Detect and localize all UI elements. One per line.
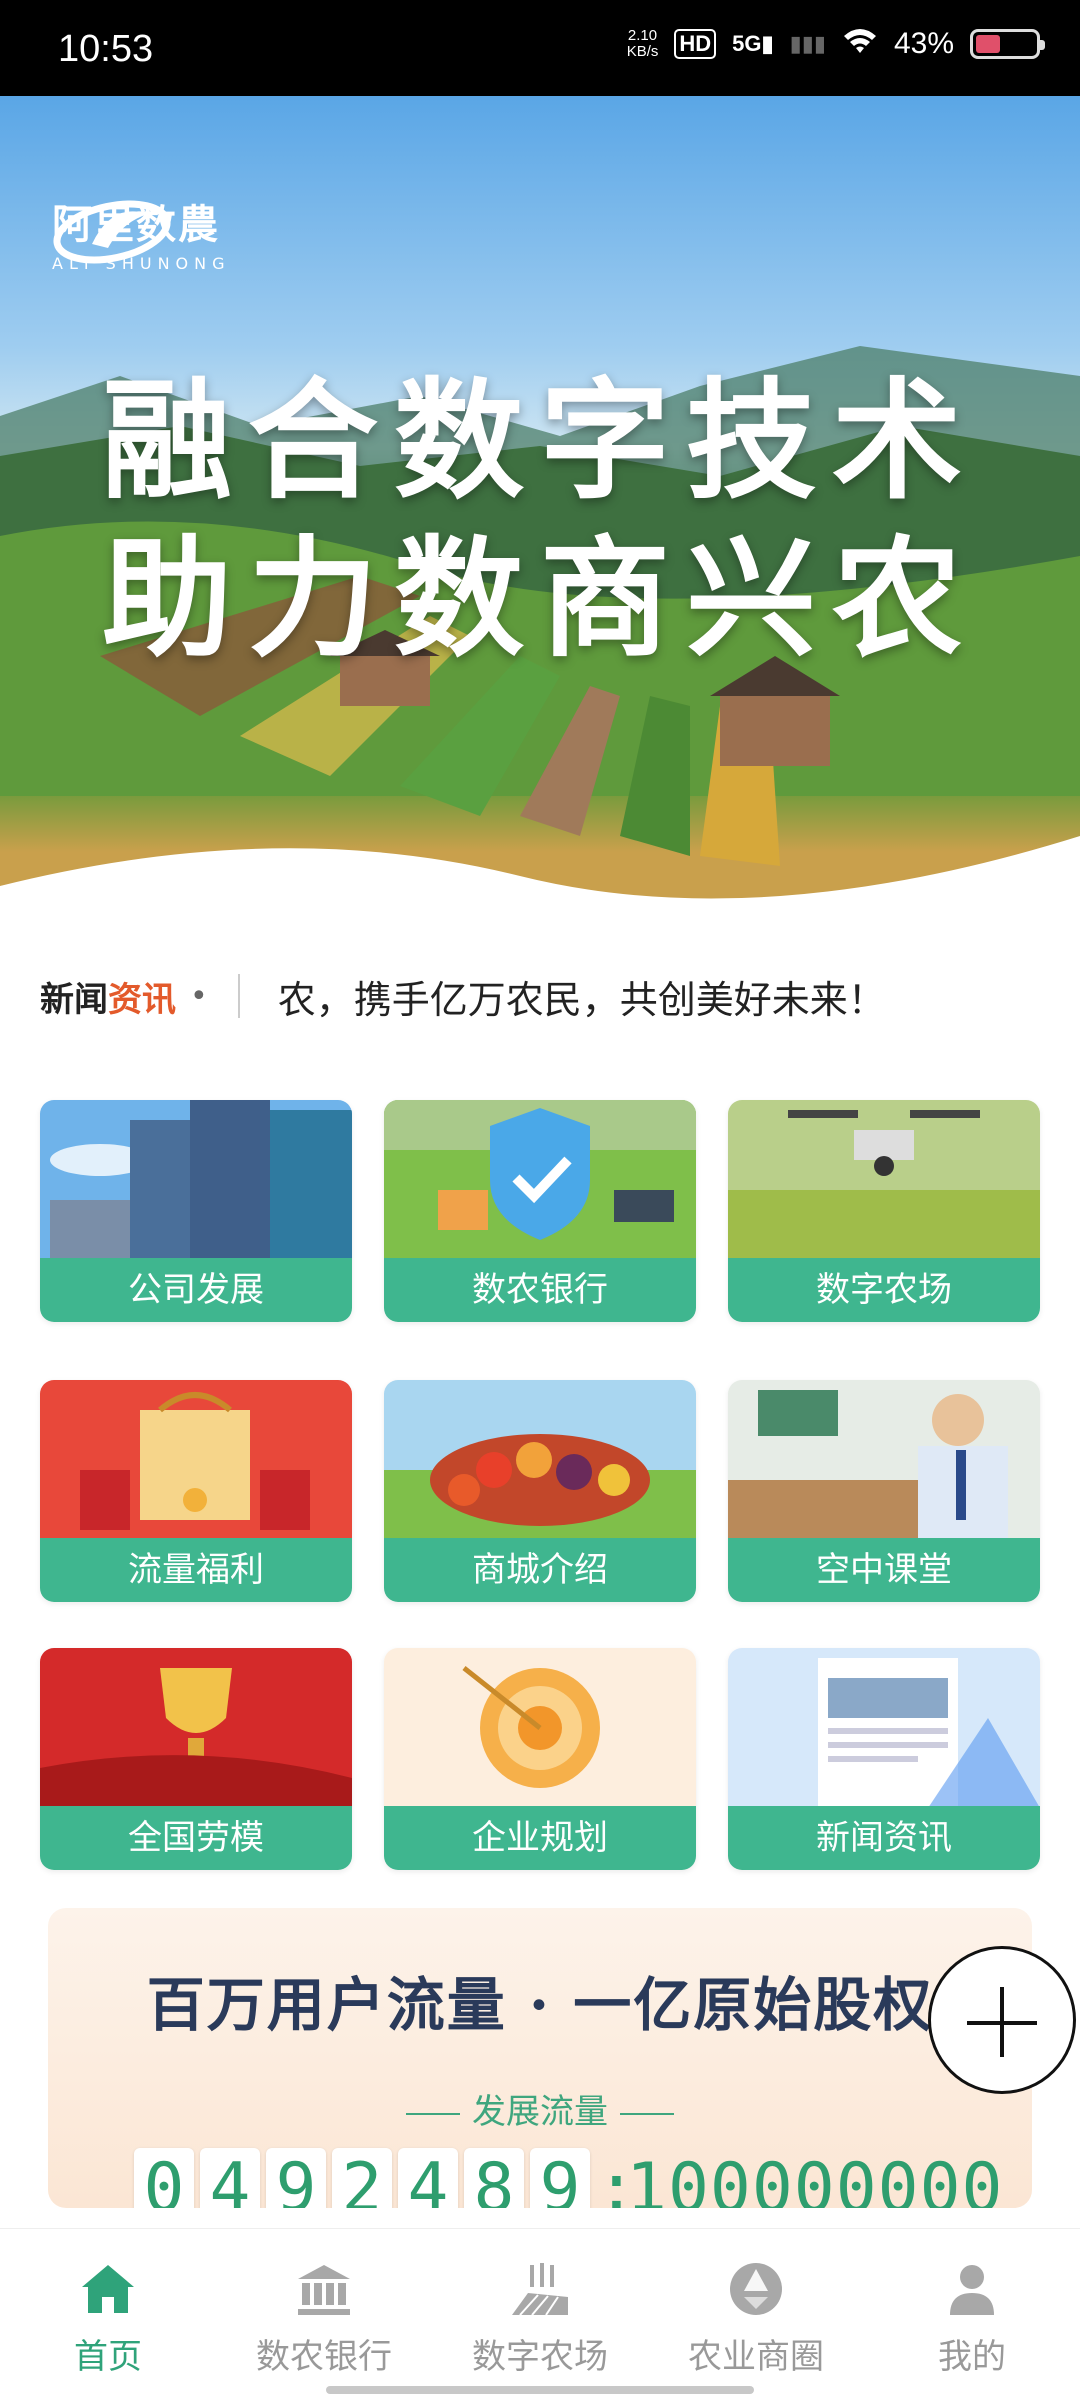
counter-digit: 9 [530, 2148, 590, 2208]
tile-mall-intro[interactable]: 商城介绍 [384, 1380, 696, 1602]
tile-label: 空中课堂 [728, 1538, 1040, 1602]
tile-label: 企业规划 [384, 1806, 696, 1870]
status-bar: 10:53 2.10 KB/s HD 5G▮ ▮▮▮ 43% [0, 0, 1080, 96]
news-tag: 新闻资讯 [40, 979, 176, 1020]
tile-national-model-workers[interactable]: 全国劳模 [40, 1648, 352, 1870]
tile-enterprise-planning[interactable]: 企业规划 [384, 1648, 696, 1870]
nav-item-business-circle[interactable]: 农业商圈 [648, 2229, 864, 2401]
tile-digital-farm[interactable]: 数字农场 [728, 1100, 1040, 1322]
newspaper-icon [728, 1648, 1040, 1808]
divider [406, 2112, 460, 2115]
wifi-icon [842, 26, 878, 62]
tile-label: 数字农场 [728, 1258, 1040, 1322]
bank-icon [298, 2265, 350, 2315]
news-ticker[interactable]: 新闻资讯 • 农，携手亿万农民，共创美好未来！ [40, 960, 1040, 1032]
add-button[interactable] [928, 1946, 1076, 2094]
tile-digital-bank[interactable]: 数农银行 [384, 1100, 696, 1322]
battery-icon [970, 29, 1045, 59]
counter-digit: 4 [200, 2148, 260, 2208]
tile-traffic-benefits[interactable]: 流量福利 [40, 1380, 352, 1602]
produce-basket-icon [384, 1380, 696, 1540]
tile-air-classroom[interactable]: 空中课堂 [728, 1380, 1040, 1602]
trophy-icon [40, 1648, 352, 1808]
bottom-navigation: 首页 数农银行 数字农场 农业商圈 我的 [0, 2228, 1080, 2401]
news-divider [237, 974, 240, 1018]
counter-colon: : [596, 2149, 637, 2208]
tile-label: 新闻资讯 [728, 1806, 1040, 1870]
building-icon [40, 1100, 352, 1260]
tile-label: 流量福利 [40, 1538, 352, 1602]
banner-title: 百万用户流量 · 一亿原始股权 [146, 1971, 934, 2039]
aperture-icon [730, 2263, 782, 2315]
tile-label: 数农银行 [384, 1258, 696, 1322]
counter-digit: 9 [266, 2148, 326, 2208]
shield-bank-icon [384, 1100, 696, 1260]
classroom-icon [728, 1380, 1040, 1540]
farm-field-icon [512, 2263, 568, 2316]
leaf-logo-icon [53, 200, 171, 264]
nav-item-home[interactable]: 首页 [0, 2229, 216, 2401]
drone-farm-icon [728, 1100, 1040, 1260]
nav-item-bank[interactable]: 数农银行 [216, 2229, 432, 2401]
brand-logo: 阿里数農 ALI SHUNONG [52, 192, 231, 273]
banner-subtitle: 发展流量 [48, 2084, 1032, 2133]
tile-label: 全国劳模 [40, 1806, 352, 1870]
tile-company-development[interactable]: 公司发展 [40, 1100, 352, 1322]
hd-icon: HD [674, 29, 717, 59]
nav-item-profile[interactable]: 我的 [864, 2229, 1080, 2401]
signal-5g-icon: 5G▮ [732, 31, 774, 56]
status-icons: 2.10 KB/s HD 5G▮ ▮▮▮ 43% [626, 26, 1045, 62]
target-icon [384, 1648, 696, 1808]
user-counter: 0 4 9 2 4 8 9 : 100000000 [134, 2148, 1003, 2208]
tile-news[interactable]: 新闻资讯 [728, 1648, 1040, 1870]
home-indicator[interactable] [326, 2386, 754, 2394]
news-ticker-text[interactable]: 农，携手亿万农民，共创美好未来！ [278, 969, 978, 1024]
promo-banner[interactable]: 百万用户流量 · 一亿原始股权 发展流量 0 4 9 2 4 8 9 : 100… [48, 1908, 1032, 2208]
counter-total: 100000000 [626, 2149, 1004, 2208]
gift-bag-icon [40, 1380, 352, 1540]
news-dot: • [190, 978, 208, 1014]
battery-percent: 43% [893, 27, 954, 60]
person-icon [950, 2265, 994, 2315]
home-icon [82, 2265, 134, 2313]
hero-banner[interactable]: 阿里数農 ALI SHUNONG 融合数字技术 助力数商兴农 [0, 96, 1080, 936]
counter-digit: 0 [134, 2148, 194, 2208]
tile-label: 商城介绍 [384, 1538, 696, 1602]
network-speed: 2.10 KB/s [626, 27, 659, 60]
status-time: 10:53 [58, 28, 154, 70]
counter-digit: 4 [398, 2148, 458, 2208]
nav-label: 我的 [938, 2337, 1006, 2377]
signal-weak-icon: ▮▮▮ [789, 31, 826, 56]
nav-label: 数字农场 [472, 2337, 608, 2377]
nav-label: 数农银行 [256, 2337, 392, 2377]
tile-label: 公司发展 [40, 1258, 352, 1322]
counter-digit: 2 [332, 2148, 392, 2208]
divider [620, 2112, 674, 2115]
counter-digit: 8 [464, 2148, 524, 2208]
nav-label: 农业商圈 [688, 2337, 824, 2377]
hero-slogan-line2: 助力数商兴农 [101, 522, 978, 675]
nav-item-farm[interactable]: 数字农场 [432, 2229, 648, 2401]
nav-label: 首页 [74, 2337, 142, 2377]
